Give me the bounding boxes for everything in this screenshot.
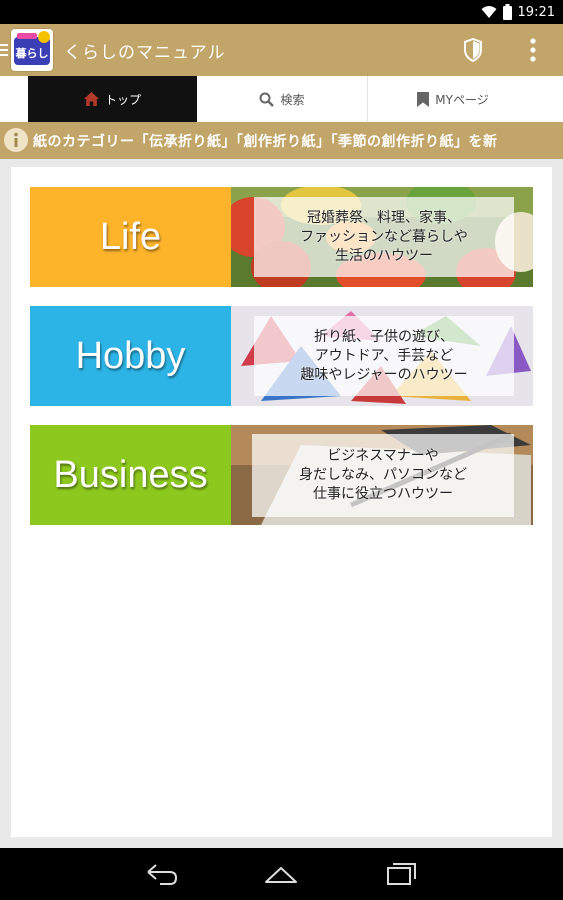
category-title-life: Life [99, 215, 162, 258]
app-icon-text: 暮らし [15, 46, 49, 60]
category-banner-hobby[interactable]: Hobby 折り紙、子供の遊び、 アウトドア、手芸など 趣味やレジャーのハウツー [30, 306, 533, 406]
category-label-block: Life [30, 187, 231, 287]
search-icon [259, 92, 275, 107]
status-bar: 19:21 [0, 0, 563, 24]
category-description-box: ビジネスマナーや 身だしなみ、パソコンなど 仕事に役立つハウツー [252, 434, 514, 517]
app-title: くらしのマニュアル [64, 43, 226, 63]
app-icon[interactable]: 暮らし [11, 29, 53, 71]
recent-apps-icon[interactable] [384, 860, 420, 888]
system-navigation-bar [0, 848, 563, 900]
home-icon [83, 92, 99, 106]
wifi-icon [481, 6, 497, 18]
app-logo-graphic: 暮らし [11, 29, 53, 71]
shield-icon[interactable] [463, 38, 483, 62]
category-description-life: 冠婚葬祭、料理、家事、 ファッションなど暮らしや 生活のハウツー [300, 209, 468, 264]
category-description-business: ビジネスマナーや 身だしなみ、パソコンなど 仕事に役立つハウツー [299, 448, 467, 502]
category-title-business: Business [53, 453, 208, 496]
category-banner-life[interactable]: Life 冠婚葬祭、料理、家事、 ファッションなど暮らしや 生活のハウツー [30, 187, 533, 287]
tab-top[interactable]: トップ [28, 76, 197, 122]
news-ticker[interactable]: 紙のカテゴリー「伝承折り紙」「創作折り紙」「季節の創作折り紙」を新 [0, 122, 563, 159]
back-icon[interactable] [144, 860, 180, 888]
category-banner-business[interactable]: Business ビジネスマナーや 身だしなみ、パソコンなど 仕事に役立つハウツ… [30, 425, 533, 525]
category-description-hobby: 折り紙、子供の遊び、 アウトドア、手芸など 趣味やレジャーのハウツー [300, 328, 468, 383]
tab-my-page-label: MYページ [435, 92, 489, 107]
category-description-box: 冠婚葬祭、料理、家事、 ファッションなど暮らしや 生活のハウツー [254, 197, 514, 277]
battery-icon [502, 4, 512, 20]
category-list: Life 冠婚葬祭、料理、家事、 ファッションなど暮らしや 生活のハウツー Ho… [11, 167, 552, 837]
info-icon [4, 128, 28, 152]
tab-my-page[interactable]: MYページ [368, 76, 538, 122]
bookmark-icon [417, 91, 430, 107]
category-title-hobby: Hobby [75, 334, 186, 377]
category-label-block: Hobby [30, 306, 231, 406]
tab-search[interactable]: 検索 [197, 76, 368, 122]
status-time: 19:21 [517, 4, 555, 20]
tab-search-label: 検索 [280, 92, 305, 107]
tab-top-label: トップ [104, 92, 141, 107]
ticker-text: 紙のカテゴリー「伝承折り紙」「創作折り紙」「季節の創作折り紙」を新 [33, 134, 498, 150]
status-icons: 19:21 [481, 3, 555, 21]
overflow-menu-icon[interactable] [526, 36, 540, 64]
drawer-menu-icon[interactable] [0, 43, 8, 57]
home-nav-icon[interactable] [263, 860, 299, 888]
tab-bar: トップ 検索 MYページ [0, 76, 563, 123]
category-description-box: 折り紙、子供の遊び、 アウトドア、手芸など 趣味やレジャーのハウツー [254, 316, 514, 396]
action-bar: 暮らし くらしのマニュアル [0, 24, 563, 76]
category-label-block: Business [30, 425, 231, 525]
